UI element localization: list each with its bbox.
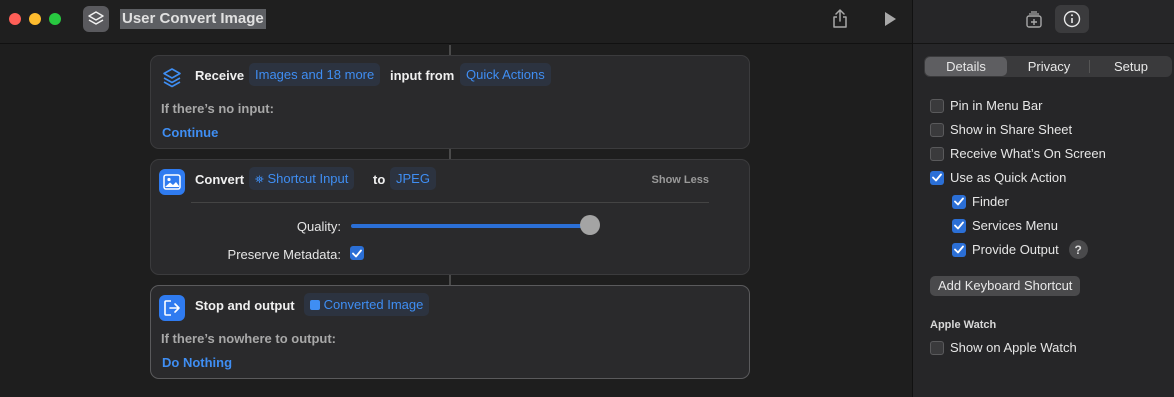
image-icon — [159, 169, 185, 195]
on-screen-label: Receive What’s On Screen — [950, 146, 1106, 161]
quality-label: Quality: — [296, 219, 341, 234]
share-icon[interactable] — [830, 8, 850, 30]
quick-action-checkbox[interactable] — [930, 170, 944, 185]
inspector-pane: Details Privacy Setup Pin in Menu Bar Sh… — [912, 0, 1174, 397]
apple-watch-option[interactable]: Show on Apple Watch — [930, 340, 1077, 355]
preserve-metadata-checkbox[interactable] — [350, 246, 364, 260]
minimize-window-button[interactable] — [29, 13, 41, 25]
input-source-token[interactable]: Quick Actions — [460, 63, 551, 86]
inspector-tabs: Details Privacy Setup — [924, 56, 1172, 77]
editor-pane: User Convert Image Receive Images and 18… — [0, 0, 912, 397]
action-library-icon[interactable] — [1023, 9, 1045, 31]
exit-icon — [159, 295, 185, 321]
receive-action-card[interactable]: Receive Images and 18 more input from Qu… — [150, 55, 750, 149]
apple-watch-label: Show on Apple Watch — [950, 340, 1077, 355]
no-input-behavior-link[interactable]: Continue — [162, 125, 218, 140]
quick-action-option[interactable]: Use as Quick Action — [930, 170, 1066, 185]
checkmark-icon — [954, 197, 964, 206]
stop-output-title: Stop and output — [195, 298, 295, 313]
checkmark-icon — [954, 245, 964, 254]
input-types-token[interactable]: Images and 18 more — [249, 63, 381, 86]
tab-setup[interactable]: Setup — [1090, 56, 1172, 77]
divider — [191, 202, 709, 203]
shortcut-input-icon: ⛯ — [255, 174, 264, 186]
shortcut-title[interactable]: User Convert Image — [120, 9, 266, 29]
converted-image-token[interactable]: Converted Image — [304, 293, 430, 316]
provide-output-label: Provide Output — [972, 242, 1059, 257]
share-sheet-checkbox[interactable] — [930, 122, 944, 137]
quick-action-label: Use as Quick Action — [950, 170, 1067, 185]
zoom-window-button[interactable] — [49, 13, 61, 25]
tab-details[interactable]: Details — [925, 57, 1007, 76]
checkmark-icon — [954, 221, 964, 230]
pin-menu-bar-option[interactable]: Pin in Menu Bar — [930, 98, 1043, 113]
convert-title: Convert — [195, 172, 245, 187]
finder-checkbox[interactable] — [952, 194, 966, 209]
flow-connector — [449, 45, 451, 55]
checkmark-icon — [352, 249, 362, 257]
help-icon[interactable]: ? — [1068, 240, 1088, 259]
stop-output-action-card[interactable]: Stop and output Converted Image If there… — [150, 285, 750, 379]
shortcut-input-token[interactable]: ⛯ Shortcut Input — [249, 167, 355, 190]
nowhere-output-label: If there’s nowhere to output: — [161, 331, 337, 346]
tab-privacy-label: Privacy — [1027, 59, 1071, 74]
shortcuts-app-icon — [83, 6, 109, 32]
preserve-metadata-label: Preserve Metadata: — [227, 247, 341, 262]
services-menu-option[interactable]: Services Menu — [952, 218, 1058, 233]
close-window-button[interactable] — [9, 13, 21, 25]
provide-output-option[interactable]: Provide Output ? — [952, 240, 1088, 259]
on-screen-option[interactable]: Receive What’s On Screen — [930, 146, 1106, 161]
flow-connector — [449, 275, 451, 285]
converted-image-label: Converted Image — [323, 297, 424, 312]
pin-menu-bar-label: Pin in Menu Bar — [950, 98, 1043, 113]
finder-label: Finder — [972, 194, 1009, 209]
run-play-icon[interactable] — [880, 9, 900, 29]
apple-watch-checkbox[interactable] — [930, 340, 944, 355]
converted-image-icon — [310, 300, 320, 310]
on-screen-checkbox[interactable] — [930, 146, 944, 161]
receive-title: Receive — [195, 68, 245, 83]
quality-slider-knob[interactable] — [580, 215, 600, 235]
no-input-label: If there’s no input: — [161, 101, 274, 116]
share-sheet-option[interactable]: Show in Share Sheet — [930, 122, 1072, 137]
services-menu-label: Services Menu — [972, 218, 1058, 233]
show-less-button[interactable]: Show Less — [652, 174, 709, 186]
tab-privacy[interactable]: Privacy — [1008, 56, 1090, 77]
title-bar: User Convert Image — [0, 0, 912, 44]
receive-stack-icon — [159, 65, 185, 91]
share-sheet-label: Show in Share Sheet — [950, 122, 1073, 137]
shortcut-input-label: Shortcut Input — [267, 171, 349, 186]
flow-connector — [449, 149, 451, 159]
checkmark-icon — [932, 173, 942, 182]
apple-watch-heading: Apple Watch — [930, 319, 997, 331]
provide-output-checkbox[interactable] — [952, 242, 966, 257]
convert-action-card[interactable]: Convert ⛯ Shortcut Input to JPEG Show Le… — [150, 159, 750, 275]
format-token[interactable]: JPEG — [390, 167, 436, 190]
inspector-toolbar — [913, 0, 1174, 44]
services-menu-checkbox[interactable] — [952, 218, 966, 233]
info-icon[interactable] — [1055, 5, 1089, 33]
convert-to-text: to — [373, 172, 386, 187]
pin-menu-bar-checkbox[interactable] — [930, 98, 944, 113]
nowhere-output-behavior-link[interactable]: Do Nothing — [162, 355, 232, 370]
finder-option[interactable]: Finder — [952, 194, 1009, 209]
quality-slider-track[interactable] — [351, 224, 591, 228]
add-keyboard-shortcut-button[interactable]: Add Keyboard Shortcut — [930, 276, 1081, 296]
input-from-text: input from — [390, 68, 455, 83]
